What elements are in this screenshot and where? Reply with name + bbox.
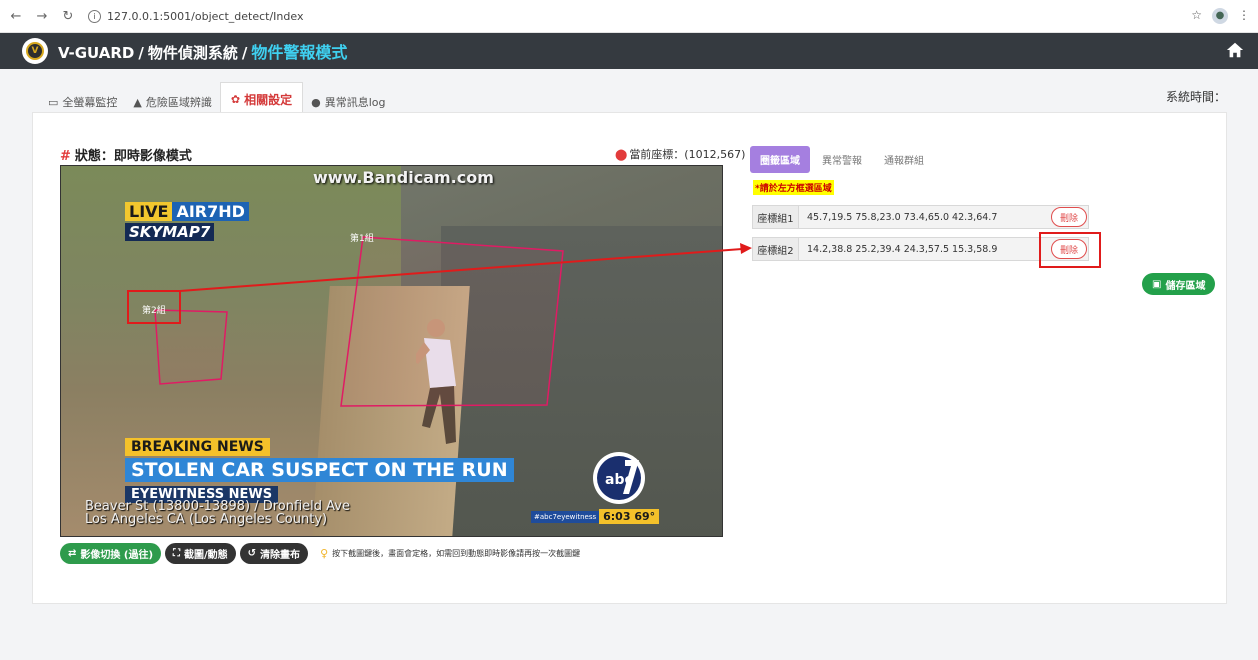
brand-name: V-GUARD — [58, 44, 135, 62]
monitor-icon: ▭ — [48, 95, 59, 109]
tab-label: 相關設定 — [244, 93, 293, 107]
switch-icon: ⇄ — [68, 548, 77, 559]
snapshot-hint: ♀ 按下截圖鍵後，畫面會定格，如需回到動態即時影像請再按一次截圖鍵 — [320, 547, 581, 560]
reload-icon[interactable]: ↻ — [60, 9, 76, 24]
shield-logo-icon: V — [22, 38, 48, 64]
app-title: V-GUARD / 物件偵測系統 / 物件警報模式 — [58, 43, 348, 62]
map-pin-icon: ⬤ — [615, 148, 628, 161]
save-zone-button[interactable]: ▣ 儲存區域 — [1142, 273, 1216, 295]
coords-text: 當前座標：(1012,567) — [629, 148, 746, 161]
zone-overlay: 第1組 第2組 — [127, 232, 564, 407]
mode-name: 物件警報模式 — [251, 43, 348, 62]
coordinate-row-value: 14.2,38.8 25.2,39.4 24.3,57.5 15.3,58.9 — [807, 243, 998, 255]
gear-icon: ✿ — [230, 93, 241, 106]
zone-1-polygon — [340, 236, 564, 407]
star-icon[interactable]: ☆ — [1191, 8, 1202, 24]
current-coordinates: ⬤ 當前座標：(1012,567) — [615, 146, 745, 162]
tab-label: 全螢幕監控 — [62, 96, 118, 109]
delete-button[interactable]: 刪除 — [1051, 207, 1087, 227]
expand-icon: ⛶ — [173, 548, 181, 559]
system-time: 系統時間： — [1165, 90, 1226, 104]
tab-notify-group[interactable]: 通報群組 — [874, 146, 934, 173]
url-text: 127.0.0.1:5001/object_detect/Index — [107, 9, 304, 23]
tab-label: 異常訊息log — [324, 96, 386, 109]
menu-icon[interactable]: ⋮ — [1238, 8, 1250, 24]
warning-icon: ▲ — [133, 95, 142, 109]
status-title: # 狀態：即時影像模式 — [60, 145, 192, 164]
zone-1-label: 第1組 — [350, 232, 374, 244]
coordinate-row-value: 45.7,19.5 75.8,23.0 73.4,65.0 42.3,64.7 — [807, 211, 998, 223]
tab-settings[interactable]: ✿ 相關設定 — [219, 82, 304, 116]
switch-video-button[interactable]: ⇄ 影像切換 (過往) — [60, 543, 162, 564]
clear-canvas-button[interactable]: ↺ 清除畫布 — [239, 543, 309, 564]
snapshot-button[interactable]: ⛶ 截圖/動態 — [165, 543, 236, 564]
coordinate-row-label: 座標組2 — [753, 238, 799, 260]
undo-icon: ↺ — [247, 548, 257, 559]
forward-icon[interactable]: → — [34, 9, 50, 24]
panel-tabs: 圈籤區域 異常警報 通報群組 — [750, 146, 934, 173]
coordinate-row-label: 座標組1 — [753, 206, 799, 228]
info-icon[interactable]: i — [88, 9, 101, 23]
delete-button[interactable]: 刪除 — [1051, 239, 1087, 259]
main-tabs: ▭ 全螢幕監控 ▲ 危險區域辨識 ✿ 相關設定 ● 異常訊息log — [40, 82, 394, 116]
zone-2-label: 第2組 — [142, 304, 166, 316]
coordinate-row: 座標組1 45.7,19.5 75.8,23.0 73.4,65.0 42.3,… — [752, 205, 1089, 229]
profile-avatar-icon[interactable]: ● — [1212, 8, 1228, 24]
coordinate-row: 座標組2 14.2,38.8 25.2,39.4 24.3,57.5 15.3,… — [752, 237, 1089, 261]
status-text: 狀態：即時影像模式 — [74, 149, 192, 164]
chat-icon: ● — [311, 95, 321, 109]
video-controls: ⇄ 影像切換 (過往) ⛶ 截圖/動態 ↺ 清除畫布 ♀ 按下截圖鍵後，畫面會定格，如需… — [60, 543, 580, 564]
system-name: 物件偵測系統 — [147, 44, 238, 62]
address-bar[interactable]: i 127.0.0.1:5001/object_detect/Index — [88, 9, 304, 23]
save-icon: ▣ — [1152, 278, 1162, 290]
hash-icon: # — [60, 149, 71, 164]
instruction-note: *請於左方框選區域 — [753, 180, 834, 195]
lightbulb-icon: ♀ — [320, 547, 329, 560]
tab-alerts[interactable]: 異常警報 — [812, 146, 872, 173]
back-icon[interactable]: ← — [8, 9, 24, 24]
tab-zone-select[interactable]: 圈籤區域 — [750, 146, 810, 173]
app-header: V V-GUARD / 物件偵測系統 / 物件警報模式 — [0, 33, 1258, 69]
tab-label: 危險區域辨識 — [145, 96, 212, 109]
home-icon[interactable] — [1226, 41, 1244, 59]
browser-toolbar: ← → ↻ i 127.0.0.1:5001/object_detect/Ind… — [0, 0, 1258, 33]
zone-2-polygon — [154, 309, 228, 385]
